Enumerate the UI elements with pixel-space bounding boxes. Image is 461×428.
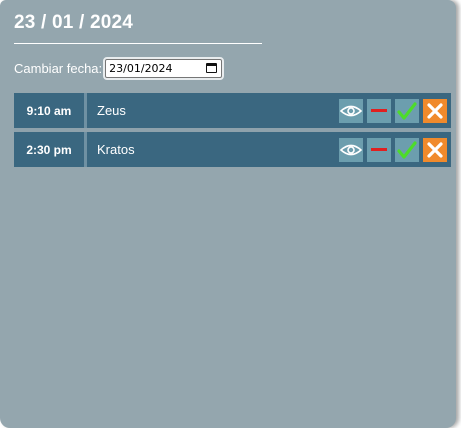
- cancel-button[interactable]: [423, 98, 447, 123]
- appointment-time: 2:30 pm: [14, 132, 87, 167]
- title-divider: [14, 43, 262, 44]
- minus-icon: [371, 147, 387, 151]
- appointment-name: Kratos: [97, 142, 135, 157]
- close-icon: [427, 102, 443, 119]
- eye-icon: [340, 144, 362, 155]
- date-change-label: Cambiar fecha:: [14, 60, 103, 76]
- appointment-actions: [339, 137, 447, 162]
- calendar-icon[interactable]: [206, 63, 218, 73]
- appointment-actions: [339, 98, 447, 123]
- check-icon: [397, 101, 417, 120]
- agenda-panel: 23 / 01 / 2024 Cambiar fecha: 23/01/2024…: [0, 0, 456, 428]
- date-input-value: 23/01/2024: [109, 61, 173, 75]
- appointment-time: 9:10 am: [14, 93, 87, 128]
- confirm-button[interactable]: [395, 137, 419, 162]
- appointment-row: 2:30 pm Kratos: [14, 132, 451, 167]
- confirm-button[interactable]: [395, 98, 419, 123]
- date-change-row: Cambiar fecha: 23/01/2024: [14, 56, 225, 80]
- eye-icon: [340, 105, 362, 116]
- remove-button[interactable]: [367, 137, 391, 162]
- view-button[interactable]: [339, 98, 363, 123]
- cancel-button[interactable]: [423, 137, 447, 162]
- minus-icon: [371, 108, 387, 112]
- appointment-name: Zeus: [97, 103, 126, 118]
- remove-button[interactable]: [367, 98, 391, 123]
- date-input[interactable]: 23/01/2024: [103, 56, 225, 80]
- close-icon: [427, 141, 443, 158]
- view-button[interactable]: [339, 137, 363, 162]
- appointment-row: 9:10 am Zeus: [14, 93, 451, 128]
- check-icon: [397, 140, 417, 159]
- page-title: 23 / 01 / 2024: [14, 12, 134, 33]
